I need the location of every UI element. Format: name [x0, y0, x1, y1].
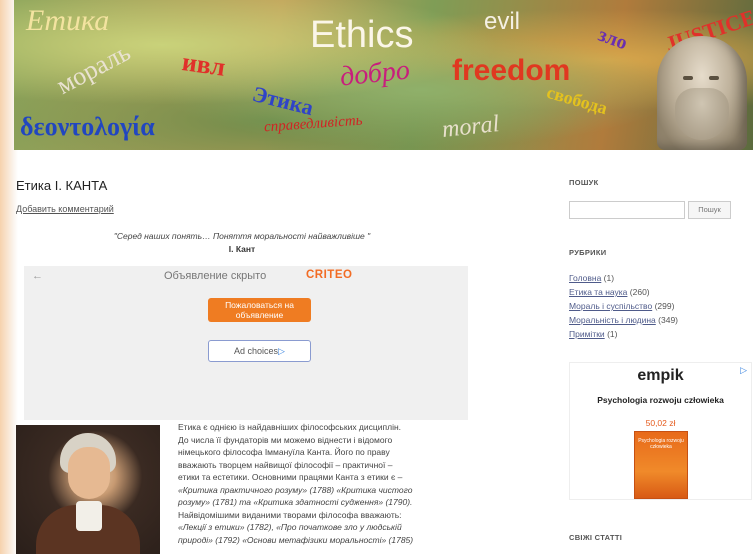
banner-word-zlo: зло — [595, 23, 631, 55]
banner-word-spravedlyvist: справедливість — [263, 112, 363, 136]
ad-choices-icon: ▷ — [278, 346, 285, 356]
article-line: До числа її фундаторів ми можемо віднест… — [178, 434, 393, 445]
banner-word-red: ивл — [180, 47, 228, 82]
category-count: (1) — [607, 329, 618, 339]
post-title: Етика І. КАНТА — [16, 178, 108, 193]
banner-word-etyka: Етика — [26, 4, 110, 37]
post-quote: "Серед наших понять… Поняття моральності… — [113, 231, 371, 241]
search-button[interactable]: Пошук — [688, 201, 731, 219]
category-item: Моральність і людина (349) — [569, 313, 678, 327]
banner-word-evil: evil — [484, 8, 521, 35]
rubrics-heading: РУБРИКИ — [569, 248, 607, 257]
search-input[interactable] — [569, 201, 685, 219]
banner-word-moral-ua: мораль — [51, 37, 136, 100]
ad-hidden-text: Объявление скрыто — [164, 270, 267, 282]
banner-word-ethics: Ethics — [310, 14, 414, 56]
article-line: Найвідомішими виданими творами філософа … — [178, 509, 402, 520]
category-item: Мораль і суспільство (299) — [569, 299, 678, 313]
article-line: вважають творцем найвищої філософії – пр… — [178, 459, 393, 470]
report-ad-button[interactable]: Пожаловаться на объявление — [208, 298, 311, 322]
article-line: природі» (1792) «Основи метафізики морал… — [178, 534, 414, 545]
promo-price: 50,02 zł — [645, 418, 676, 428]
category-count: (260) — [629, 287, 650, 297]
portrait-collar — [76, 501, 102, 531]
banner-word-svoboda: свобода — [544, 81, 610, 119]
category-item: Примітки (1) — [569, 327, 678, 341]
header-banner[interactable]: Етика мораль ивл Ethics evil зло JUSTICE… — [14, 0, 753, 150]
empik-promo-ad[interactable]: ▷ empik Psychologia rozwoju człowieka 50… — [569, 362, 752, 500]
bust-beard — [675, 88, 729, 140]
bust-eye-right — [709, 76, 719, 80]
category-count: (349) — [658, 315, 679, 325]
category-count: (1) — [603, 273, 615, 283]
book-cover-image[interactable]: Psychologia rozwoju człowieka — [634, 431, 688, 499]
fresh-articles-heading: СВІЖІ СТАТТІ — [569, 533, 623, 542]
back-arrow-icon[interactable]: ← — [32, 270, 43, 282]
search-heading: ПОШУК — [569, 178, 599, 187]
promo-product-title[interactable]: Psychologia rozwoju człowieka — [570, 395, 751, 405]
article-line: розуму» (1781) та «Критика здатності суд… — [178, 497, 413, 507]
category-link[interactable]: Примітки — [569, 329, 605, 339]
category-link[interactable]: Моральність і людина — [569, 315, 656, 325]
banner-word-deontology: δεοντολογία — [20, 112, 155, 141]
portrait-face — [68, 447, 110, 499]
page: Етика мораль ивл Ethics evil зло JUSTICE… — [0, 0, 753, 554]
quote-author: І. Кант — [228, 244, 256, 254]
add-comment-link[interactable]: Добавить комментарий — [16, 204, 114, 214]
kant-portrait-image — [16, 425, 160, 554]
banner-word-dobro: добро — [338, 54, 412, 93]
banner-word-moral-en: moral — [440, 111, 501, 143]
category-count: (299) — [654, 301, 675, 311]
ad-choices-label: Ad choices — [234, 346, 279, 356]
category-link[interactable]: Мораль і суспільство — [569, 301, 652, 311]
category-link[interactable]: Етика та наука — [569, 287, 627, 297]
category-item: Етика та наука (260) — [569, 285, 678, 299]
article-line: «Лекції з етики» (1782), «Про початкове … — [178, 522, 402, 532]
category-link[interactable]: Головна — [569, 273, 601, 283]
criteo-logo: CRITEO — [306, 269, 353, 281]
category-list: Головна (1) Етика та наука (260) Мораль … — [569, 271, 678, 341]
article-line: етики та естетики. Основними працями Кан… — [178, 472, 403, 482]
article-line: Етика є однією із найдавніших філософськ… — [178, 422, 402, 432]
empik-logo: empik — [637, 367, 684, 384]
article-body: Етика є однією із найдавніших філософськ… — [178, 421, 478, 546]
bust-eye-left — [683, 76, 693, 80]
ad-choices-button[interactable]: Ad choices▷ — [208, 340, 311, 362]
aristotle-bust-image — [657, 36, 747, 150]
article-line: німецького філософа Іммануїла Канта. Йог… — [178, 447, 390, 457]
category-item: Головна (1) — [569, 271, 678, 285]
banner-word-etyka-small: Этика — [250, 80, 316, 121]
ad-container: ← Объявление скрыто CRITEO Пожаловаться … — [24, 266, 468, 420]
article-line: «Критика практичного розуму» (1788) «Кри… — [178, 484, 413, 495]
